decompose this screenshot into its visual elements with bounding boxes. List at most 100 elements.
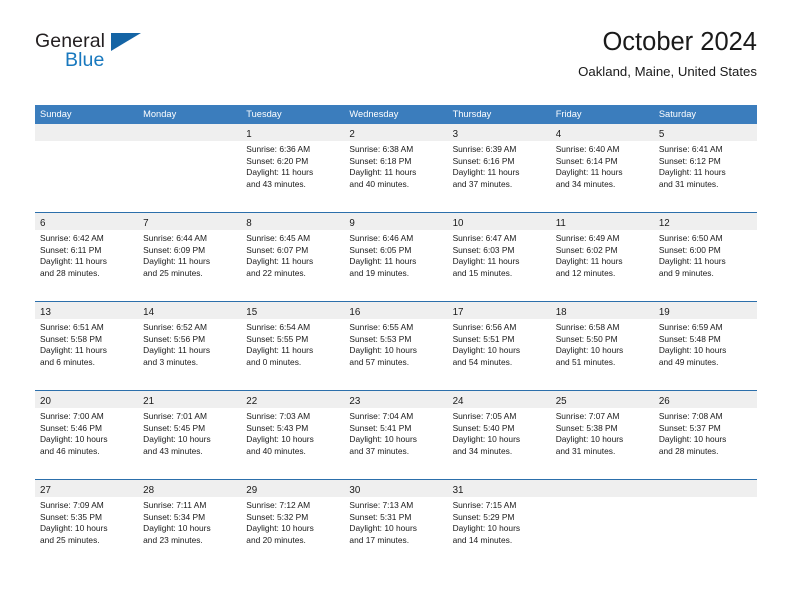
day-number: 12: [658, 218, 670, 229]
title-block: October 2024 Oakland, Maine, United Stat…: [578, 28, 757, 79]
weekday-header-sunday: Sunday: [40, 109, 72, 119]
day-number: 13: [40, 307, 51, 318]
sunset-text: Sunset: 5:58 PM: [40, 333, 102, 344]
daylight-text-cont: and 20 minutes.: [246, 534, 306, 545]
daylight-text-cont: and 28 minutes.: [658, 445, 719, 456]
day-number-band: 28: [138, 480, 242, 497]
daylight-text: Daylight: 11 hours: [143, 256, 211, 267]
daylight-text-cont: and 25 minutes.: [143, 267, 203, 278]
day-number-band: 22: [241, 391, 345, 408]
sunrise-text: Sunrise: 7:07 AM: [555, 411, 620, 421]
sunrise-text: Sunrise: 6:40 AM: [555, 144, 620, 154]
general-blue-logo[interactable]: General Blue: [35, 31, 165, 84]
day-cell[interactable]: 4 Sunrise: 6:40 AM Sunset: 6:14 PM Daylight…: [550, 124, 654, 212]
day-cell[interactable]: 14 Sunrise: 6:52 AM Sunset: 5:56 PM Dayligh…: [138, 302, 242, 390]
day-number: 15: [246, 307, 258, 318]
daylight-text: Daylight: 10 hours: [349, 345, 417, 356]
day-number-band: 1: [241, 124, 345, 141]
day-cell[interactable]: 30 Sunrise: 7:13 AM Sunset: 5:31 PM Dayligh…: [344, 480, 448, 568]
day-cell[interactable]: 11 Sunrise: 6:49 AM Sunset: 6:02 PM Dayligh…: [550, 213, 654, 301]
daylight-text: Daylight: 10 hours: [349, 523, 417, 534]
sunset-text: Sunset: 5:34 PM: [143, 511, 206, 522]
sunset-text: Sunset: 5:35 PM: [40, 511, 102, 522]
day-cell[interactable]: 18 Sunrise: 6:58 AM Sunset: 5:50 PM Dayligh…: [550, 302, 654, 390]
day-number: 6: [40, 218, 46, 229]
day-cell[interactable]: 27 Sunrise: 7:09 AM Sunset: 5:35 PM Dayligh…: [35, 480, 139, 568]
sunrise-text: Sunrise: 6:41 AM: [658, 144, 723, 154]
day-cell[interactable]: 24 Sunrise: 7:05 AM Sunset: 5:40 PM Dayligh…: [447, 391, 551, 479]
day-cell[interactable]: 3 Sunrise: 6:39 AM Sunset: 6:16 PM Daylight…: [447, 124, 551, 212]
day-cell-empty: [653, 480, 757, 568]
sunset-text: Sunset: 6:20 PM: [246, 155, 309, 166]
sunrise-text: Sunrise: 6:51 AM: [40, 322, 104, 332]
sunrise-text: Sunrise: 7:12 AM: [246, 500, 311, 510]
sunset-text: Sunset: 5:51 PM: [452, 333, 515, 344]
day-cell[interactable]: 8 Sunrise: 6:45 AM Sunset: 6:07 PM Daylight…: [241, 213, 345, 301]
day-number-band: 10: [447, 213, 551, 230]
sunset-text: Sunset: 5:37 PM: [658, 422, 721, 433]
sunset-text: Sunset: 6:00 PM: [658, 244, 721, 255]
sunrise-text: Sunrise: 7:09 AM: [40, 500, 104, 510]
day-cell[interactable]: 7 Sunrise: 6:44 AM Sunset: 6:09 PM Daylight…: [138, 213, 242, 301]
sunrise-text: Sunrise: 7:15 AM: [452, 500, 517, 510]
day-number-band: 4: [550, 124, 654, 141]
day-cell[interactable]: 5 Sunrise: 6:41 AM Sunset: 6:12 PM Daylight…: [653, 124, 757, 212]
day-cell[interactable]: 10 Sunrise: 6:47 AM Sunset: 6:03 PM Dayligh…: [447, 213, 551, 301]
day-cell[interactable]: 19 Sunrise: 6:59 AM Sunset: 5:48 PM Dayligh…: [653, 302, 757, 390]
day-number-band: 3: [447, 124, 551, 141]
daylight-text: Daylight: 10 hours: [40, 434, 108, 445]
day-cell[interactable]: 22 Sunrise: 7:03 AM Sunset: 5:43 PM Dayligh…: [241, 391, 345, 479]
day-cell[interactable]: 25 Sunrise: 7:07 AM Sunset: 5:38 PM Dayligh…: [550, 391, 654, 479]
day-cell[interactable]: 16 Sunrise: 6:55 AM Sunset: 5:53 PM Dayligh…: [344, 302, 448, 390]
daylight-text-cont: and 57 minutes.: [349, 356, 410, 367]
daylight-text: Daylight: 11 hours: [246, 345, 314, 356]
daylight-text-cont: and 25 minutes.: [40, 534, 100, 545]
daylight-text-cont: and 31 minutes.: [555, 445, 616, 456]
calendar-week-row: 27 Sunrise: 7:09 AM Sunset: 5:35 PM Dayligh…: [35, 479, 757, 568]
day-cell[interactable]: 28 Sunrise: 7:11 AM Sunset: 5:34 PM Dayligh…: [138, 480, 242, 568]
calendar-week-row: 13 Sunrise: 6:51 AM Sunset: 5:58 PM Dayligh…: [35, 301, 757, 390]
day-cell[interactable]: 15 Sunrise: 6:54 AM Sunset: 5:55 PM Dayligh…: [241, 302, 345, 390]
daylight-text-cont: and 43 minutes.: [143, 445, 203, 456]
daylight-text-cont: and 49 minutes.: [658, 356, 719, 367]
day-number: 4: [555, 129, 562, 140]
day-cell[interactable]: 17 Sunrise: 6:56 AM Sunset: 5:51 PM Dayligh…: [447, 302, 551, 390]
sunrise-text: Sunrise: 6:42 AM: [40, 233, 104, 243]
day-cell[interactable]: 12 Sunrise: 6:50 AM Sunset: 6:00 PM Dayligh…: [653, 213, 757, 301]
day-cell[interactable]: 20 Sunrise: 7:00 AM Sunset: 5:46 PM Dayligh…: [35, 391, 139, 479]
day-details: Sunrise: 6:45 AM Sunset: 6:07 PM Daylight:…: [241, 230, 344, 279]
day-details: Sunrise: 6:41 AM Sunset: 6:12 PM Daylight:…: [654, 141, 757, 190]
day-details: Sunrise: 7:12 AM Sunset: 5:32 PM Daylight:…: [241, 497, 344, 546]
day-details: Sunrise: 7:03 AM Sunset: 5:43 PM Daylight:…: [241, 408, 344, 457]
logo-text-blue: Blue: [65, 49, 105, 71]
daylight-text: Daylight: 11 hours: [658, 167, 726, 178]
day-cell[interactable]: 29 Sunrise: 7:12 AM Sunset: 5:32 PM Dayligh…: [241, 480, 345, 568]
daylight-text: Daylight: 11 hours: [40, 345, 107, 356]
day-cell[interactable]: 26 Sunrise: 7:08 AM Sunset: 5:37 PM Dayligh…: [653, 391, 757, 479]
daylight-text-cont: and 15 minutes.: [452, 267, 513, 278]
daylight-text: Daylight: 11 hours: [246, 167, 314, 178]
day-cell[interactable]: 21 Sunrise: 7:01 AM Sunset: 5:45 PM Dayligh…: [138, 391, 242, 479]
day-cell[interactable]: 1 Sunrise: 6:36 AM Sunset: 6:20 PM Daylight…: [241, 124, 345, 212]
sunset-text: Sunset: 6:18 PM: [349, 155, 412, 166]
sunset-text: Sunset: 5:55 PM: [246, 333, 309, 344]
day-cell[interactable]: 2 Sunrise: 6:38 AM Sunset: 6:18 PM Daylight…: [344, 124, 448, 212]
day-cell[interactable]: 6 Sunrise: 6:42 AM Sunset: 6:11 PM Daylight…: [35, 213, 139, 301]
day-cell[interactable]: 23 Sunrise: 7:04 AM Sunset: 5:41 PM Dayligh…: [344, 391, 448, 479]
day-details: Sunrise: 7:00 AM Sunset: 5:46 PM Daylight:…: [35, 408, 138, 457]
daylight-text: Daylight: 11 hours: [452, 256, 520, 267]
day-number-band: 7: [138, 213, 242, 230]
daylight-text-cont: and 3 minutes.: [143, 356, 199, 367]
weekday-header-saturday: Saturday: [658, 109, 697, 119]
day-number-band: 17: [447, 302, 551, 319]
sunset-text: Sunset: 5:31 PM: [349, 511, 412, 522]
day-number-band: 13: [35, 302, 139, 319]
day-cell[interactable]: 13 Sunrise: 6:51 AM Sunset: 5:58 PM Dayligh…: [35, 302, 139, 390]
day-cell[interactable]: 31 Sunrise: 7:15 AM Sunset: 5:29 PM Dayligh…: [447, 480, 551, 568]
day-number: 25: [555, 396, 567, 407]
day-cell[interactable]: 9 Sunrise: 6:46 AM Sunset: 6:05 PM Daylight…: [344, 213, 448, 301]
day-number: 29: [246, 485, 258, 496]
daylight-text-cont: and 19 minutes.: [349, 267, 410, 278]
daylight-text-cont: and 22 minutes.: [246, 267, 306, 278]
sunrise-text: Sunrise: 6:50 AM: [658, 233, 723, 243]
